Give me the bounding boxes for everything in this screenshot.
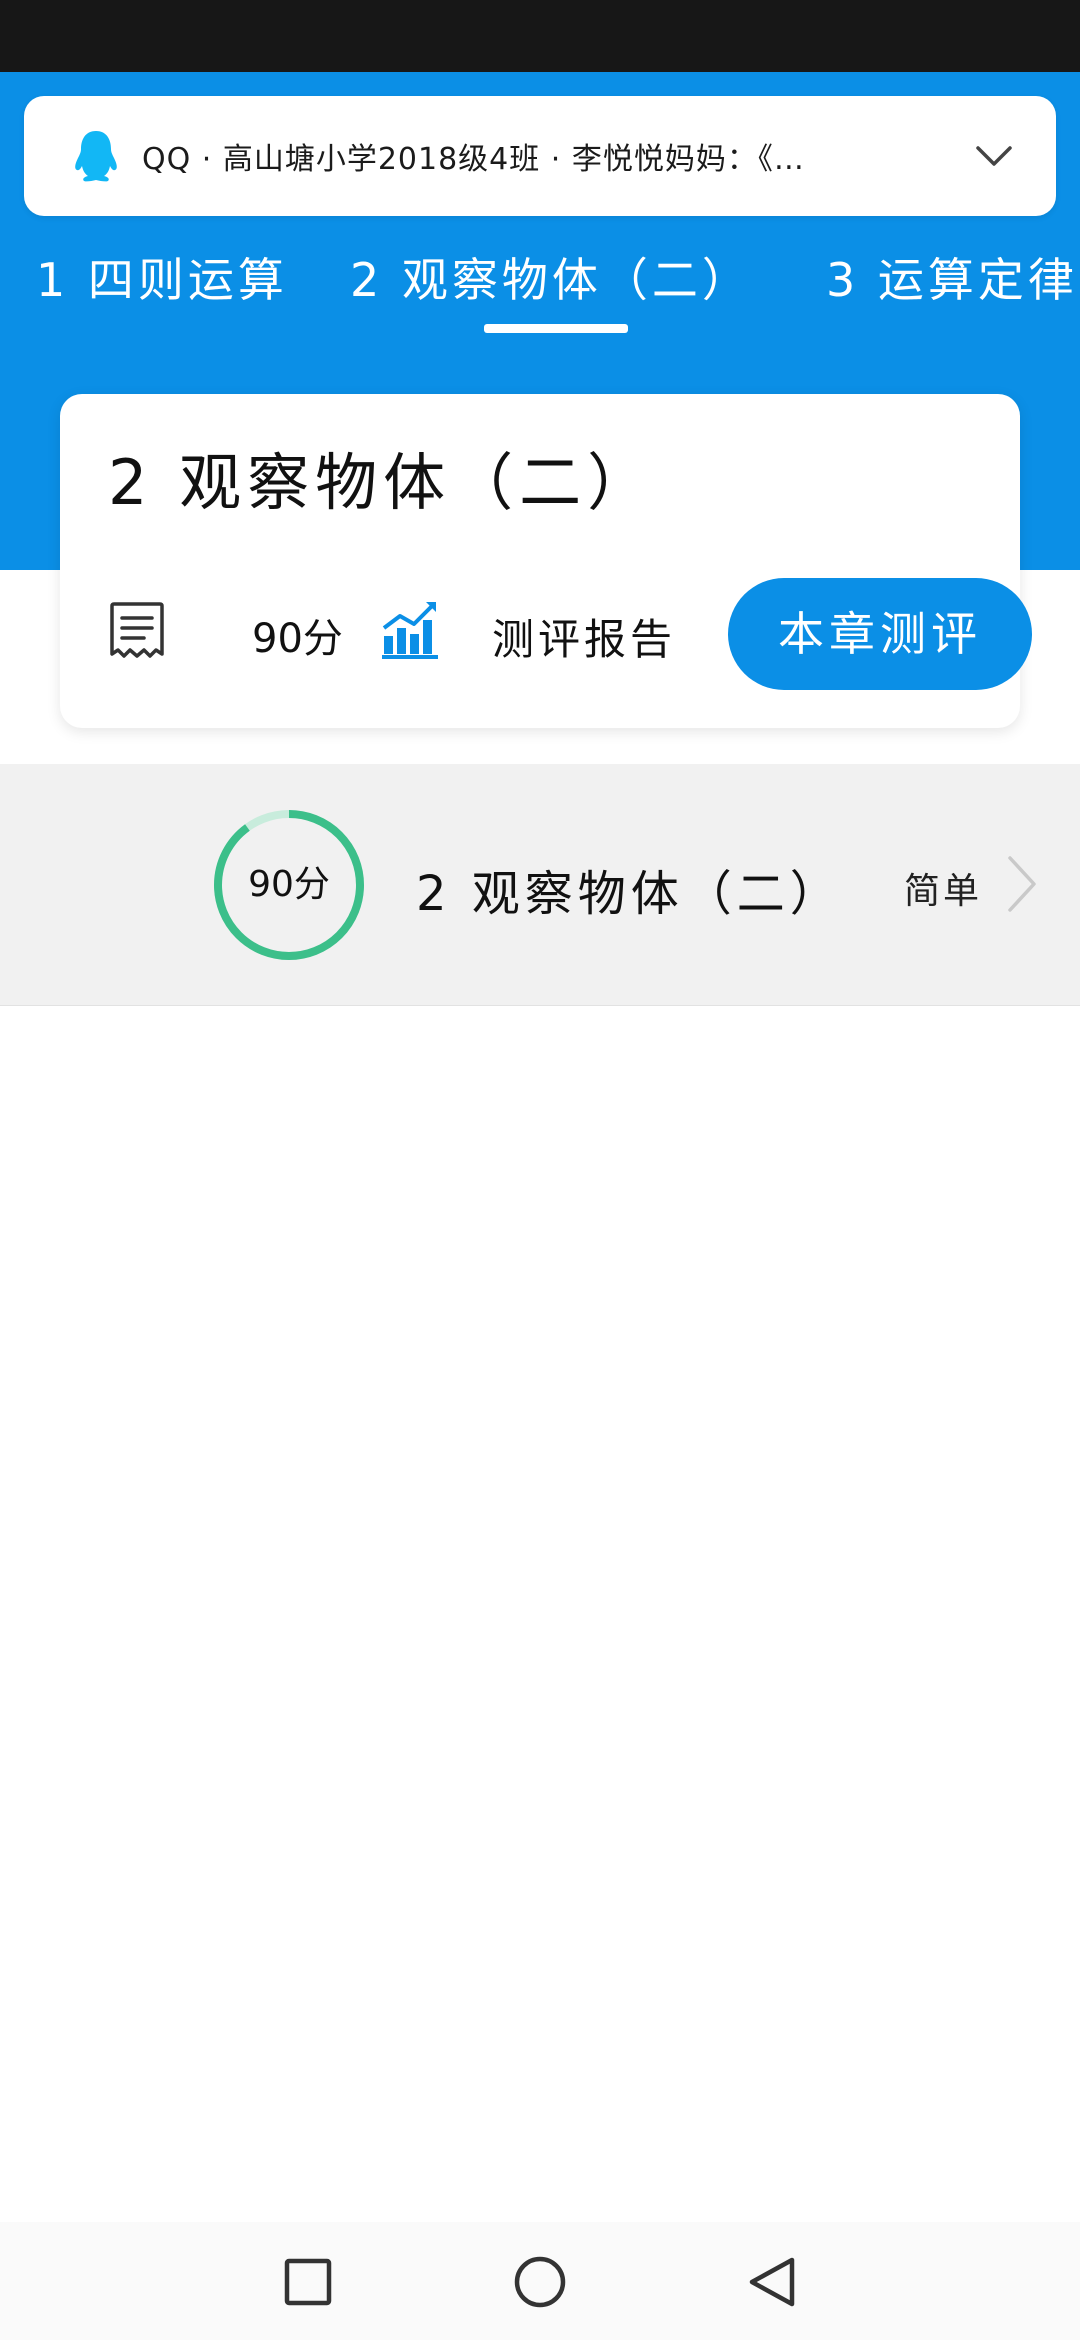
section-score: 90分 bbox=[248, 864, 330, 905]
chevron-down-icon[interactable] bbox=[972, 134, 1016, 178]
share-source-text: QQ · 高山塘小学2018级4班 · 李悦悦妈妈：《… bbox=[142, 142, 805, 177]
circle-home-icon[interactable] bbox=[510, 2252, 570, 2312]
tab-chapter-1[interactable]: 1 四则运算 bbox=[36, 240, 288, 320]
section-title: 2 观察物体（二） bbox=[416, 866, 843, 922]
tab-chapter-3[interactable]: 3 运算定律 bbox=[826, 240, 1078, 320]
chapter-tabs: 1 四则运算 2 观察物体（二） 3 运算定律 bbox=[0, 240, 1080, 340]
chapter-card: 2 观察物体（二） 90分 测评报告 本章测评 bbox=[60, 394, 1032, 728]
bar-chart-icon[interactable] bbox=[380, 598, 440, 660]
chapter-score: 90分 bbox=[252, 616, 343, 662]
section-list-item[interactable]: 90分 2 观察物体（二） 简单 bbox=[0, 764, 1080, 1006]
evaluation-report-link[interactable]: 测评报告 bbox=[492, 606, 676, 667]
qq-penguin-icon bbox=[75, 131, 117, 182]
chapter-test-button[interactable]: 本章测评 bbox=[728, 578, 1032, 690]
chapter-actions: 90分 测评报告 本章测评 bbox=[108, 576, 1032, 696]
active-tab-indicator bbox=[484, 324, 628, 333]
tab-chapter-2[interactable]: 2 观察物体（二） bbox=[350, 240, 752, 320]
status-bar bbox=[0, 0, 1080, 72]
square-recents-icon[interactable] bbox=[278, 2252, 338, 2312]
difficulty-badge: 简单 bbox=[904, 871, 983, 912]
receipt-icon bbox=[110, 602, 164, 658]
share-source-bar[interactable]: QQ · 高山塘小学2018级4班 · 李悦悦妈妈：《… bbox=[24, 96, 1056, 216]
triangle-back-icon[interactable] bbox=[742, 2252, 802, 2312]
chevron-right-icon bbox=[1008, 856, 1036, 912]
system-navigation-bar bbox=[0, 2222, 1080, 2340]
chapter-title: 2 观察物体（二） bbox=[108, 446, 656, 519]
